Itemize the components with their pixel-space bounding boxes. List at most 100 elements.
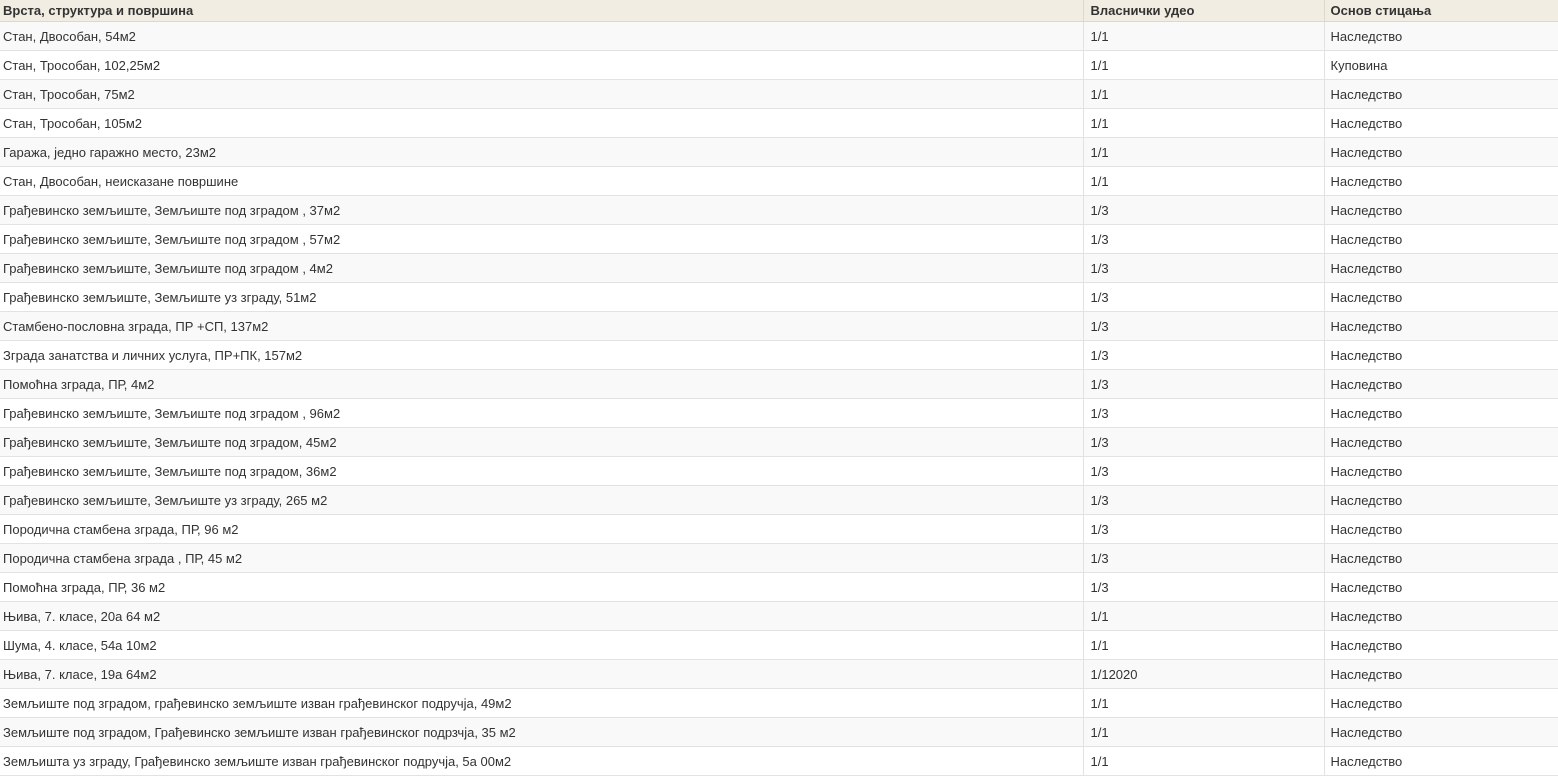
cell-acquisition-basis: Наследство [1324, 717, 1558, 747]
cell-acquisition-basis: Наследство [1324, 224, 1558, 254]
cell-property-type: Земљиште под зградом, Грађевинско земљиш… [0, 717, 1084, 747]
table-row: Земљиште под зградом, Грађевинско земљиш… [0, 717, 1558, 747]
table-row: Гаража, једно гаражно место, 23м2 1/1 Насл… [0, 137, 1558, 167]
table-row: Земљишта уз зграду, Грађевинско земљиште… [0, 746, 1558, 776]
table-row: Грађевинско земљиште, Земљиште под зград… [0, 253, 1558, 283]
table-row: Њива, 7. класе, 20а 64 м2 1/1 Наследство [0, 601, 1558, 631]
cell-property-type: Грађевинско земљиште, Земљиште уз зграду… [0, 485, 1084, 515]
cell-ownership-share: 1/3 [1083, 398, 1325, 428]
cell-ownership-share: 1/1 [1083, 746, 1325, 776]
cell-property-type: Земљиште под зградом, грађевинско земљиш… [0, 688, 1084, 718]
cell-ownership-share: 1/3 [1083, 195, 1325, 225]
cell-ownership-share: 1/3 [1083, 282, 1325, 312]
cell-acquisition-basis: Наследство [1324, 514, 1558, 544]
cell-ownership-share: 1/3 [1083, 456, 1325, 486]
cell-acquisition-basis: Наследство [1324, 21, 1558, 51]
cell-property-type: Њива, 7. класе, 20а 64 м2 [0, 601, 1084, 631]
cell-acquisition-basis: Наследство [1324, 108, 1558, 138]
cell-property-type: Помоћна зграда, ПР, 4м2 [0, 369, 1084, 399]
cell-ownership-share: 1/1 [1083, 688, 1325, 718]
cell-ownership-share: 1/3 [1083, 514, 1325, 544]
cell-ownership-share: 1/3 [1083, 311, 1325, 341]
table-row: Грађевинско земљиште, Земљиште под зград… [0, 427, 1558, 457]
cell-acquisition-basis: Наследство [1324, 485, 1558, 515]
cell-acquisition-basis: Наследство [1324, 340, 1558, 370]
table-row: Грађевинско земљиште, Земљиште под зград… [0, 456, 1558, 486]
table-row: Грађевинско земљиште, Земљиште уз зграду… [0, 485, 1558, 515]
table-row: Земљиште под зградом, грађевинско земљиш… [0, 688, 1558, 718]
cell-property-type: Стан, Двособан, неисказане површине [0, 166, 1084, 196]
cell-ownership-share: 1/3 [1083, 369, 1325, 399]
cell-ownership-share: 1/3 [1083, 340, 1325, 370]
cell-acquisition-basis: Наследство [1324, 282, 1558, 312]
cell-ownership-share: 1/1 [1083, 50, 1325, 80]
column-header-type: Врста, структура и површина [0, 0, 1084, 22]
cell-ownership-share: 1/1 [1083, 601, 1325, 631]
cell-ownership-share: 1/1 [1083, 21, 1325, 51]
cell-property-type: Шума, 4. класе, 54а 10м2 [0, 630, 1084, 660]
property-table-container: Врста, структура и површина Власнички уд… [0, 0, 1558, 781]
cell-acquisition-basis: Наследство [1324, 369, 1558, 399]
cell-acquisition-basis: Наследство [1324, 137, 1558, 167]
cell-ownership-share: 1/1 [1083, 108, 1325, 138]
cell-acquisition-basis: Наследство [1324, 543, 1558, 573]
column-header-share: Власнички удео [1083, 0, 1325, 22]
cell-acquisition-basis: Наследство [1324, 688, 1558, 718]
cell-acquisition-basis: Наследство [1324, 456, 1558, 486]
cell-property-type: Грађевинско земљиште, Земљиште под зград… [0, 195, 1084, 225]
cell-acquisition-basis: Наследство [1324, 630, 1558, 660]
table-row: Стан, Трособан, 102,25м2 1/1 Куповина [0, 50, 1558, 80]
cell-ownership-share: 1/1 [1083, 630, 1325, 660]
cell-acquisition-basis: Наследство [1324, 427, 1558, 457]
table-row: Стан, Трособан, 105м2 1/1 Наследство [0, 108, 1558, 138]
table-row: Стан, Двособан, 54м2 1/1 Наследство [0, 21, 1558, 51]
cell-ownership-share: 1/1 [1083, 79, 1325, 109]
cell-ownership-share: 1/12020 [1083, 659, 1325, 689]
table-row: Грађевинско земљиште, Земљиште под зград… [0, 195, 1558, 225]
cell-ownership-share: 1/1 [1083, 717, 1325, 747]
cell-acquisition-basis: Наследство [1324, 572, 1558, 602]
cell-property-type: Грађевинско земљиште, Земљиште под зград… [0, 456, 1084, 486]
cell-property-type: Стан, Трособан, 102,25м2 [0, 50, 1084, 80]
cell-ownership-share: 1/3 [1083, 543, 1325, 573]
cell-property-type: Грађевинско земљиште, Земљиште под зград… [0, 427, 1084, 457]
cell-property-type: Грађевинско земљиште, Земљиште под зград… [0, 398, 1084, 428]
cell-acquisition-basis: Наследство [1324, 195, 1558, 225]
cell-acquisition-basis: Наследство [1324, 398, 1558, 428]
cell-property-type: Стан, Трособан, 75м2 [0, 79, 1084, 109]
table-row: Грађевинско земљиште, Земљиште уз зграду… [0, 282, 1558, 312]
table-row: Грађевинско земљиште, Земљиште под зград… [0, 398, 1558, 428]
column-header-basis: Основ стицања [1324, 0, 1558, 22]
cell-ownership-share: 1/1 [1083, 166, 1325, 196]
cell-ownership-share: 1/3 [1083, 485, 1325, 515]
table-body: Стан, Двособан, 54м2 1/1 Наследство Стан, Т… [0, 21, 1558, 776]
cell-property-type: Породична стамбена зграда, ПР, 96 м2 [0, 514, 1084, 544]
property-table: Врста, структура и површина Власнички уд… [0, 0, 1558, 776]
cell-ownership-share: 1/3 [1083, 224, 1325, 254]
table-row: Шума, 4. класе, 54а 10м2 1/1 Наследство [0, 630, 1558, 660]
cell-property-type: Њива, 7. класе, 19а 64м2 [0, 659, 1084, 689]
table-row: Њива, 7. класе, 19а 64м2 1/12020 Наследств… [0, 659, 1558, 689]
table-row: Помоћна зграда, ПР, 4м2 1/3 Наследство [0, 369, 1558, 399]
cell-ownership-share: 1/3 [1083, 253, 1325, 283]
cell-acquisition-basis: Наследство [1324, 253, 1558, 283]
cell-ownership-share: 1/1 [1083, 137, 1325, 167]
table-header-row: Врста, структура и површина Власнички уд… [0, 0, 1558, 22]
table-row: Стан, Трособан, 75м2 1/1 Наследство [0, 79, 1558, 109]
cell-property-type: Стан, Трособан, 105м2 [0, 108, 1084, 138]
table-row: Породична стамбена зграда, ПР, 96 м2 1/3 Н… [0, 514, 1558, 544]
cell-acquisition-basis: Наследство [1324, 311, 1558, 341]
cell-acquisition-basis: Куповина [1324, 50, 1558, 80]
cell-property-type: Грађевинско земљиште, Земљиште под зград… [0, 224, 1084, 254]
table-row: Породична стамбена зграда , ПР, 45 м2 1/3… [0, 543, 1558, 573]
cell-property-type: Грађевинско земљиште, Земљиште под зград… [0, 253, 1084, 283]
cell-property-type: Стан, Двособан, 54м2 [0, 21, 1084, 51]
cell-ownership-share: 1/3 [1083, 427, 1325, 457]
cell-property-type: Помоћна зграда, ПР, 36 м2 [0, 572, 1084, 602]
cell-acquisition-basis: Наследство [1324, 746, 1558, 776]
cell-acquisition-basis: Наследство [1324, 166, 1558, 196]
cell-property-type: Стамбено-пословна зграда, ПР +СП, 137м2 [0, 311, 1084, 341]
table-row: Помоћна зграда, ПР, 36 м2 1/3 Наследство [0, 572, 1558, 602]
cell-property-type: Грађевинско земљиште, Земљиште уз зграду… [0, 282, 1084, 312]
cell-acquisition-basis: Наследство [1324, 601, 1558, 631]
